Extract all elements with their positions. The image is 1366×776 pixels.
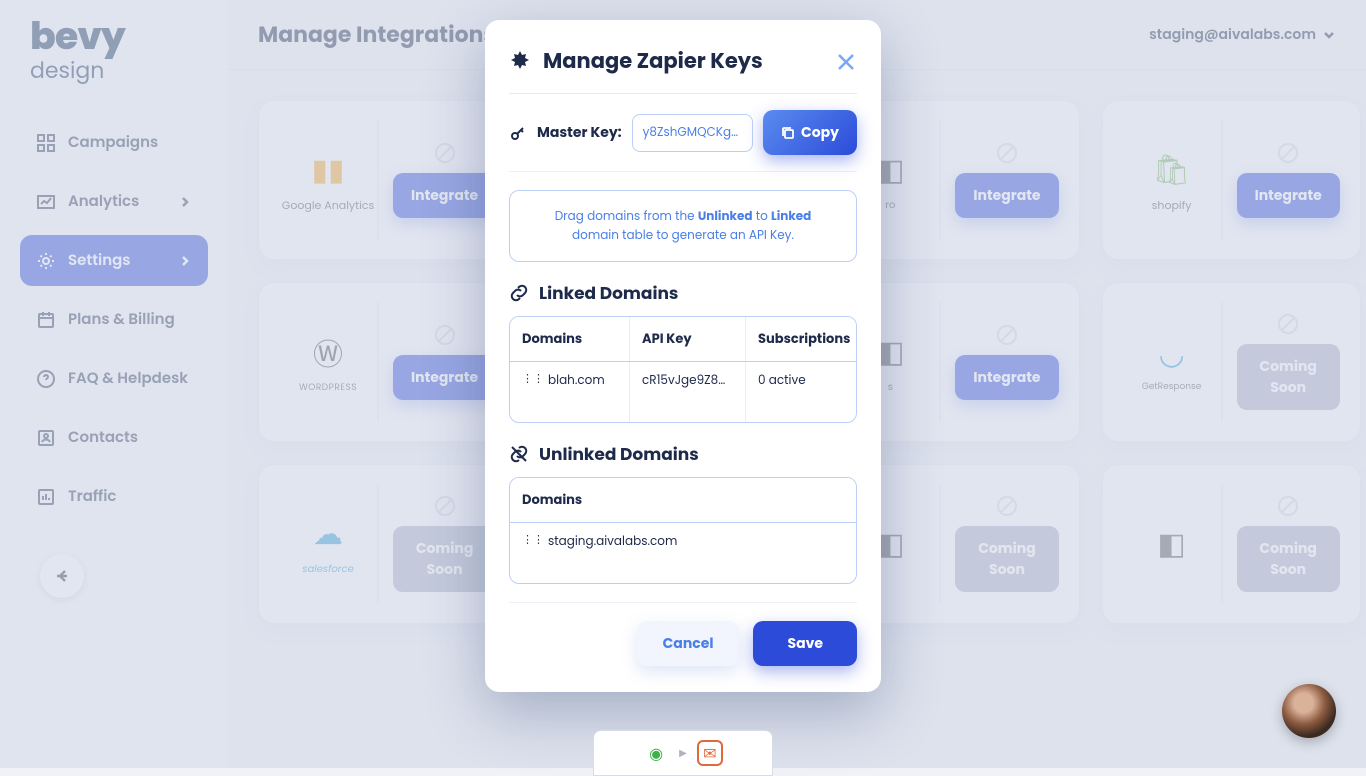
copy-label: Copy — [801, 122, 839, 143]
linked-domains-table: Domains API Key Subscriptions ⋮⋮ blah.com… — [509, 316, 857, 423]
table-header: Domains API Key Subscriptions — [510, 317, 856, 362]
copy-button[interactable]: Copy — [763, 110, 857, 155]
star-gear-icon — [509, 51, 531, 73]
unlinked-domains-header: Unlinked Domains — [509, 441, 857, 467]
apikey-cell: cR15vJge9Z8GH3i... — [642, 372, 733, 390]
section-title: Linked Domains — [539, 280, 678, 306]
swirl-icon: ◉ — [643, 740, 669, 766]
save-button[interactable]: Save — [753, 621, 857, 666]
col-domains: Domains — [510, 317, 630, 361]
table-row[interactable]: ⋮⋮ blah.com cR15vJge9Z8GH3i... 0 active — [510, 362, 856, 422]
master-key-value[interactable]: y8ZshGMQCKgQKk7tfMP1Ge... — [632, 114, 753, 152]
drag-handle-icon[interactable]: ⋮⋮ — [522, 372, 544, 384]
modal-header: Manage Zapier Keys — [509, 46, 857, 94]
modal-footer: Cancel Save — [509, 602, 857, 666]
master-key-label: Master Key: — [537, 122, 622, 143]
drag-handle-icon[interactable]: ⋮⋮ — [522, 533, 544, 545]
close-icon — [835, 51, 857, 73]
cancel-button[interactable]: Cancel — [637, 621, 740, 666]
close-button[interactable] — [835, 51, 857, 73]
footer-widget[interactable]: ◉ ▶ ✉ — [593, 730, 773, 776]
zapier-keys-modal: Manage Zapier Keys Master Key: y8ZshGMQC… — [485, 20, 881, 692]
avatar[interactable] — [1282, 684, 1336, 738]
link-icon — [509, 283, 529, 303]
unlink-icon — [509, 444, 529, 464]
linked-domains-header: Linked Domains — [509, 280, 857, 306]
domain-cell: blah.com — [548, 372, 605, 390]
subs-cell: 0 active — [758, 372, 806, 390]
copy-icon — [781, 126, 795, 140]
master-key-row: Master Key: y8ZshGMQCKgQKk7tfMP1Ge... Co… — [509, 94, 857, 172]
table-row[interactable]: ⋮⋮ staging.aivalabs.com — [510, 523, 856, 583]
unlinked-domains-table: Domains ⋮⋮ staging.aivalabs.com — [509, 477, 857, 584]
col-domains: Domains — [510, 478, 856, 522]
info-box: Drag domains from the Unlinked to Linked… — [509, 190, 857, 262]
table-header: Domains — [510, 478, 856, 523]
col-subs: Subscriptions — [746, 317, 857, 361]
play-icon: ▶ — [679, 745, 687, 761]
modal-title: Manage Zapier Keys — [543, 46, 823, 77]
modal-overlay[interactable]: Manage Zapier Keys Master Key: y8ZshGMQC… — [0, 0, 1366, 768]
domain-cell: staging.aivalabs.com — [548, 533, 677, 551]
section-title: Unlinked Domains — [539, 441, 699, 467]
key-icon — [509, 124, 527, 142]
col-apikey: API Key — [630, 317, 746, 361]
mail-icon: ✉ — [697, 740, 723, 766]
